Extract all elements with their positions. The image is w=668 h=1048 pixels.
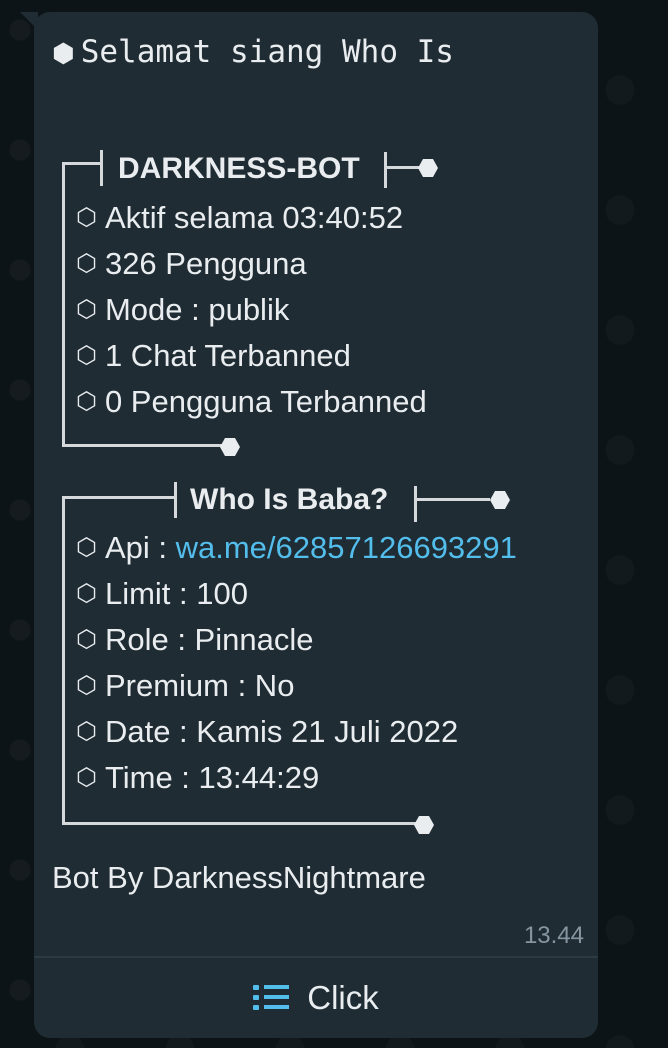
frame-line	[174, 482, 177, 518]
frame-line	[62, 822, 416, 825]
status-row: ⬡ 1 Chat Terbanned	[76, 338, 351, 373]
user-row-api: ⬡ Api : wa.me/62857126693291	[76, 530, 517, 565]
frame-line	[62, 496, 174, 499]
click-button-label: Click	[307, 979, 379, 1016]
frame-line	[62, 444, 222, 447]
greeting-text: Selamat siang Who Is	[80, 34, 454, 70]
frame-line	[384, 152, 387, 188]
hexagon-end-icon	[220, 438, 240, 456]
hexagon-outline-icon: ⬡	[76, 388, 97, 415]
hexagon-outline-icon: ⬡	[76, 204, 97, 231]
frame-line	[62, 496, 65, 824]
hexagon-outline-icon: ⬡	[76, 534, 97, 561]
user-row: ⬡ Premium : No	[76, 668, 295, 703]
frame-line	[414, 486, 417, 522]
hexagon-outline-icon: ⬡	[76, 626, 97, 653]
hexagon-outline-icon: ⬡	[76, 250, 97, 277]
user-row: ⬡ Limit : 100	[76, 576, 248, 611]
message-bubble[interactable]: ⬢ Selamat siang Who Is DARKNESS-BOT ⬡ Akti…	[34, 12, 598, 1038]
user-row: ⬡ Date : Kamis 21 Juli 2022	[76, 714, 459, 749]
user-card-title: Who Is Baba?	[190, 483, 389, 516]
hexagon-outline-icon: ⬡	[76, 672, 97, 699]
api-link[interactable]: wa.me/62857126693291	[176, 530, 517, 565]
bullet-icon: ⬢	[52, 39, 75, 69]
click-button[interactable]: Click	[34, 958, 598, 1038]
greeting-line: ⬢ Selamat siang Who Is	[52, 34, 454, 70]
frame-line	[100, 150, 103, 186]
status-card-title: DARKNESS-BOT	[118, 152, 360, 185]
frame-line	[384, 166, 422, 169]
status-row: ⬡ Mode : publik	[76, 292, 290, 327]
hexagon-end-icon	[490, 491, 510, 509]
hexagon-outline-icon: ⬡	[76, 296, 97, 323]
hexagon-outline-icon: ⬡	[76, 718, 97, 745]
user-row: ⬡ Time : 13:44:29	[76, 760, 320, 795]
status-row: ⬡ Aktif selama 03:40:52	[76, 200, 404, 235]
status-row: ⬡ 0 Pengguna Terbanned	[76, 384, 427, 419]
status-row: ⬡ 326 Pengguna	[76, 246, 307, 281]
footer-credit: Bot By DarknessNightmare	[52, 860, 426, 895]
message-timestamp: 13.44	[523, 922, 584, 949]
frame-line	[62, 162, 102, 165]
frame-line	[414, 498, 490, 501]
hexagon-outline-icon: ⬡	[76, 764, 97, 791]
hexagon-outline-icon: ⬡	[76, 580, 97, 607]
hexagon-outline-icon: ⬡	[76, 342, 97, 369]
list-icon	[253, 983, 290, 1013]
user-row: ⬡ Role : Pinnacle	[76, 622, 314, 657]
hexagon-end-icon	[414, 816, 434, 834]
frame-line	[62, 162, 65, 446]
hexagon-end-icon	[418, 159, 438, 177]
